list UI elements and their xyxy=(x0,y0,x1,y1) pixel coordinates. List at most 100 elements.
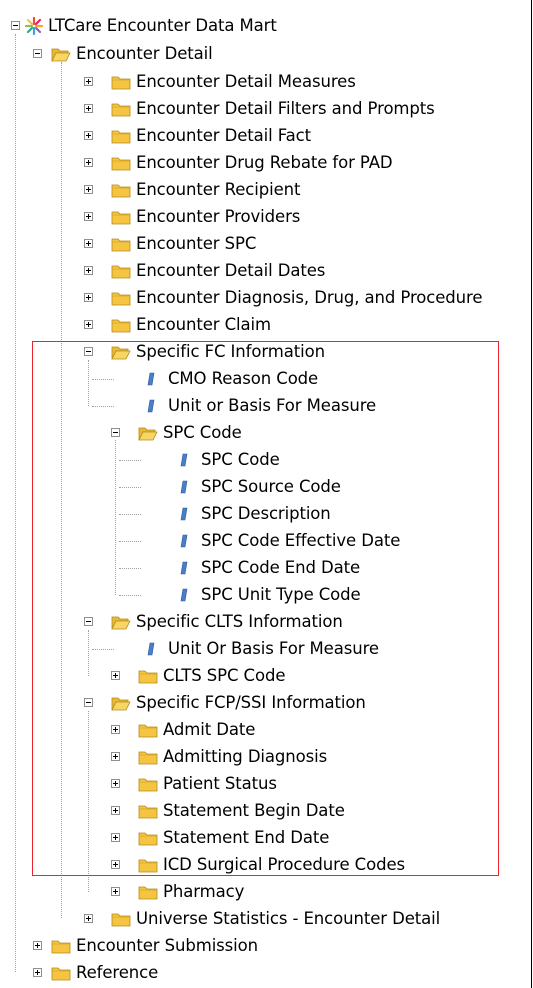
tree-node-object[interactable]: SPC Unit Type Code xyxy=(175,581,361,608)
tree-node-folder[interactable]: Statement End Date xyxy=(138,824,329,851)
expand-toggle[interactable] xyxy=(84,131,93,140)
folder-icon xyxy=(111,290,131,306)
tree-node-folder[interactable]: Encounter Claim xyxy=(111,311,271,338)
folder-icon xyxy=(111,155,131,171)
tree-node-label: Encounter Detail Measures xyxy=(136,72,356,91)
folder-icon xyxy=(138,884,158,900)
tree-node-label: Encounter SPC xyxy=(136,234,257,253)
tree-node-object[interactable]: SPC Code xyxy=(175,446,280,473)
expand-toggle[interactable] xyxy=(111,779,120,788)
collapse-toggle[interactable] xyxy=(84,347,93,356)
expand-toggle[interactable] xyxy=(111,887,120,896)
tree-node-label: SPC Code End Date xyxy=(201,558,361,577)
tree-node-spc-code[interactable]: SPC Code xyxy=(138,419,242,446)
tree-node-folder[interactable]: Encounter Detail Dates xyxy=(111,257,325,284)
tree-node-object[interactable]: SPC Code End Date xyxy=(175,554,360,581)
tree-node-label: Specific CLTS Information xyxy=(136,612,343,631)
folder-icon xyxy=(138,722,158,738)
tree-node-label: Encounter Detail xyxy=(76,44,213,63)
tree-node-folder[interactable]: Encounter Submission xyxy=(51,932,258,959)
folder-icon xyxy=(138,830,158,846)
tree-node-object[interactable]: CMO Reason Code xyxy=(142,365,318,392)
tree-node-label: Unit Or Basis For Measure xyxy=(168,639,379,658)
tree-node-folder[interactable]: CLTS SPC Code xyxy=(138,662,285,689)
tree-node-root[interactable]: LTCare Encounter Data Mart xyxy=(24,12,277,39)
collapse-toggle[interactable] xyxy=(84,617,93,626)
expand-toggle[interactable] xyxy=(84,104,93,113)
folder-icon xyxy=(138,803,158,819)
tree-node-object[interactable]: SPC Source Code xyxy=(175,473,341,500)
collapse-toggle[interactable] xyxy=(84,698,93,707)
tree-node-object[interactable]: SPC Code Effective Date xyxy=(175,527,400,554)
expand-toggle[interactable] xyxy=(111,725,120,734)
tree-node-object[interactable]: SPC Description xyxy=(175,500,331,527)
tree-node-folder[interactable]: Patient Status xyxy=(138,770,277,797)
tree-node-label: Admit Date xyxy=(163,720,256,739)
expand-toggle[interactable] xyxy=(111,860,120,869)
tree-node-folder[interactable]: Universe Statistics - Encounter Detail xyxy=(111,905,440,932)
tree-node-folder[interactable]: Encounter SPC xyxy=(111,230,256,257)
tree-node-folder[interactable]: Admit Date xyxy=(138,716,255,743)
folder-icon xyxy=(111,263,131,279)
tree-node-folder[interactable]: Encounter Detail Measures xyxy=(111,68,356,95)
expand-toggle[interactable] xyxy=(84,212,93,221)
tree-node-folder[interactable]: Encounter Drug Rebate for PAD xyxy=(111,149,393,176)
tree-node-label: Encounter Submission xyxy=(76,936,259,955)
tree-node-label: Specific FCP/SSI Information xyxy=(136,693,366,712)
collapse-toggle[interactable] xyxy=(33,49,42,58)
expand-toggle[interactable] xyxy=(111,671,120,680)
expand-toggle[interactable] xyxy=(84,185,93,194)
tree-node-folder[interactable]: Encounter Detail Filters and Prompts xyxy=(111,95,435,122)
expand-toggle[interactable] xyxy=(111,752,120,761)
open-folder-icon xyxy=(111,344,131,360)
expand-toggle[interactable] xyxy=(84,293,93,302)
collapse-toggle[interactable] xyxy=(11,21,20,30)
tree-node-label: Statement Begin Date xyxy=(163,801,345,820)
tree-node-specific-fcp[interactable]: Specific FCP/SSI Information xyxy=(111,689,366,716)
tree-node-label: Encounter Drug Rebate for PAD xyxy=(136,153,393,172)
tree-node-specific-clts[interactable]: Specific CLTS Information xyxy=(111,608,343,635)
tree-node-folder[interactable]: Encounter Detail Fact xyxy=(111,122,311,149)
folder-icon xyxy=(51,938,71,954)
tree-node-label: Statement End Date xyxy=(163,828,330,847)
tree-node-specific-fc[interactable]: Specific FC Information xyxy=(111,338,325,365)
collapse-toggle[interactable] xyxy=(111,428,120,437)
expand-toggle[interactable] xyxy=(84,266,93,275)
tree-node-object[interactable]: Unit Or Basis For Measure xyxy=(142,635,379,662)
expand-toggle[interactable] xyxy=(84,914,93,923)
expand-toggle[interactable] xyxy=(84,158,93,167)
tree-node-folder[interactable]: Encounter Providers xyxy=(111,203,300,230)
tree-node-folder[interactable]: Pharmacy xyxy=(138,878,244,905)
tree-node-folder[interactable]: Reference xyxy=(51,959,158,986)
expand-toggle[interactable] xyxy=(33,968,42,977)
expand-toggle[interactable] xyxy=(84,239,93,248)
dimension-object-icon xyxy=(142,641,158,657)
expand-toggle[interactable] xyxy=(84,320,93,329)
tree-node-label: Encounter Claim xyxy=(136,315,271,334)
tree-node-label: Encounter Diagnosis, Drug, and Procedure xyxy=(136,288,483,307)
tree-node-label: Specific FC Information xyxy=(136,342,325,361)
tree-node-label: CLTS SPC Code xyxy=(163,666,286,685)
tree-node-object[interactable]: Unit or Basis For Measure xyxy=(142,392,376,419)
tree-node-folder[interactable]: Encounter Diagnosis, Drug, and Procedure xyxy=(111,284,483,311)
tree-node-label: SPC Code xyxy=(163,423,242,442)
folder-icon xyxy=(138,749,158,765)
dimension-object-icon xyxy=(175,479,191,495)
tree-node-folder[interactable]: ICD Surgical Procedure Codes xyxy=(138,851,405,878)
folder-icon xyxy=(111,74,131,90)
tree-node-folder[interactable]: Statement Begin Date xyxy=(138,797,345,824)
expand-toggle[interactable] xyxy=(84,77,93,86)
expand-toggle[interactable] xyxy=(111,833,120,842)
folder-icon xyxy=(138,776,158,792)
tree-node-folder[interactable]: Admitting Diagnosis xyxy=(138,743,327,770)
tree-node-label: Encounter Detail Filters and Prompts xyxy=(136,99,435,118)
tree-node-folder[interactable]: Encounter Recipient xyxy=(111,176,300,203)
expand-toggle[interactable] xyxy=(111,806,120,815)
folder-icon xyxy=(138,857,158,873)
tree-node-label: Encounter Providers xyxy=(136,207,301,226)
expand-toggle[interactable] xyxy=(33,941,42,950)
dimension-object-icon xyxy=(142,371,158,387)
folder-icon xyxy=(138,668,158,684)
tree-node-encounter-detail[interactable]: Encounter Detail xyxy=(51,40,213,67)
tree-node-label: Patient Status xyxy=(163,774,277,793)
